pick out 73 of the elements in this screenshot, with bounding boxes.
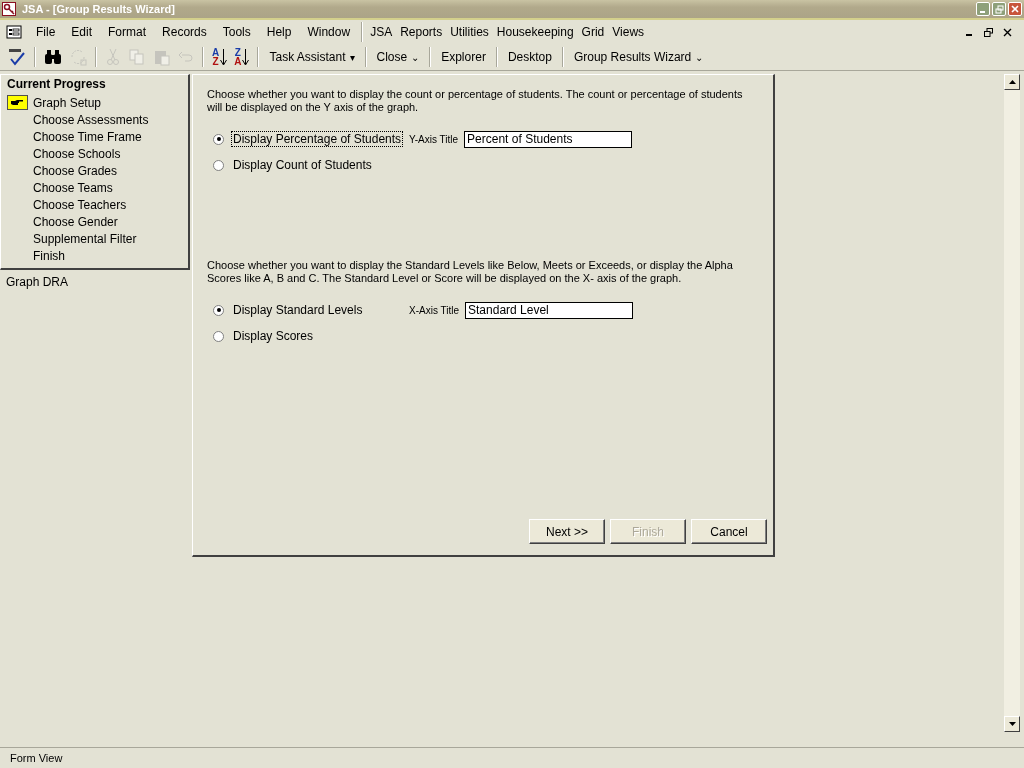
menu-item[interactable]: JSA bbox=[366, 23, 397, 41]
menu-item[interactable]: Format bbox=[100, 23, 155, 41]
progress-step: Choose Time Frame bbox=[33, 129, 142, 144]
menu-item[interactable]: Reports bbox=[396, 23, 447, 41]
progress-step: Finish bbox=[33, 248, 65, 263]
instructions: Choose whether you want to display the count or percentage of students. The count or percentage of students will be displayed on the Y axis of the graph. bbox=[207, 88, 744, 114]
axis-title-field[interactable]: Standard Level bbox=[465, 301, 633, 319]
progress-step: Choose Grades bbox=[33, 163, 118, 178]
close-icon bbox=[1011, 5, 1019, 13]
toolbar-button[interactable] bbox=[6, 46, 28, 68]
menu-item[interactable]: Tools bbox=[214, 23, 259, 41]
replace-icon bbox=[69, 48, 87, 66]
up-arrow-icon bbox=[1008, 80, 1016, 84]
wizard-button[interactable]: Cancel bbox=[691, 519, 767, 544]
status-text: Form View bbox=[0, 747, 1024, 768]
copy-icon bbox=[128, 48, 146, 66]
form-icon[interactable] bbox=[6, 25, 22, 39]
progress-step: Choose Schools bbox=[33, 146, 121, 161]
scroll-up-button[interactable] bbox=[1004, 74, 1020, 90]
down-arrow-icon bbox=[242, 48, 250, 66]
progress-step: Choose Teams bbox=[33, 180, 113, 195]
menu-item[interactable]: Housekeeping bbox=[492, 23, 578, 41]
menu-item[interactable]: Views bbox=[608, 23, 649, 41]
close-button[interactable] bbox=[1008, 2, 1022, 16]
down-arrow-icon bbox=[1008, 722, 1016, 726]
field-label: X-Axis Title bbox=[409, 304, 459, 316]
scrollbar[interactable] bbox=[1004, 74, 1020, 732]
scroll-down-button[interactable] bbox=[1004, 716, 1020, 732]
axis-title-field[interactable]: Percent of Students bbox=[464, 130, 633, 148]
menu-item[interactable]: Edit bbox=[63, 23, 101, 41]
spell-check-icon bbox=[8, 48, 26, 66]
restore-icon bbox=[994, 4, 1004, 14]
caret-icon: ▾ bbox=[349, 51, 355, 63]
clipboard-icon bbox=[153, 48, 171, 66]
menu-item[interactable]: Records bbox=[154, 23, 215, 41]
key-icon bbox=[2, 2, 16, 16]
restore-button[interactable] bbox=[992, 2, 1006, 16]
sort-button[interactable]: A Z bbox=[210, 46, 230, 68]
toolbar-dropdown[interactable]: Group Results Wizard ⌄ bbox=[569, 48, 708, 66]
wizard-button[interactable]: Next >> bbox=[529, 519, 605, 544]
toolbar-button[interactable] bbox=[42, 47, 64, 67]
close-icon[interactable] bbox=[1003, 27, 1012, 37]
restore-icon[interactable] bbox=[984, 27, 993, 37]
menu-item[interactable]: Help bbox=[258, 23, 300, 41]
minimize-button[interactable] bbox=[976, 2, 990, 16]
menu-item[interactable]: Utilities bbox=[446, 23, 493, 41]
toolbar-button[interactable]: Desktop bbox=[503, 48, 556, 66]
caret-icon: ⌄ bbox=[411, 51, 420, 63]
menu-item[interactable]: Window bbox=[299, 23, 359, 41]
progress-step: Choose Teachers bbox=[33, 197, 127, 212]
undo-icon bbox=[178, 49, 194, 65]
window-title: JSA - [Group Results Wizard] bbox=[22, 3, 176, 15]
field-label: Y-Axis Title bbox=[409, 133, 459, 145]
progress-step: Choose Gender bbox=[33, 214, 118, 229]
progress-step: Choose Assessments bbox=[33, 112, 149, 127]
graph-name: Graph DRA bbox=[5, 274, 70, 291]
radio-button[interactable]: Display Count of Students bbox=[207, 157, 409, 173]
panel-title: Current Progress bbox=[7, 77, 107, 91]
menu-item[interactable]: File bbox=[28, 23, 64, 41]
progress-step: Supplemental Filter bbox=[33, 231, 137, 246]
menu-item[interactable]: Grid bbox=[577, 23, 609, 41]
down-arrow-icon bbox=[220, 48, 228, 66]
toolbar-button[interactable]: Explorer bbox=[437, 48, 490, 66]
toolbar-dropdown[interactable]: Task Assistant ▾ bbox=[265, 48, 359, 66]
binoculars-icon bbox=[44, 49, 62, 65]
instructions: Choose whether you want to display the Standard Levels like Below, Meets or Exceeds, or display the Alpha Scores like A, B and C. The Standard Level or Score will be displayed on the X- axis of the graph. bbox=[207, 259, 734, 285]
sort-button[interactable]: Z A bbox=[232, 46, 252, 68]
radio-button[interactable]: Display Scores bbox=[207, 328, 409, 344]
caret-icon: ⌄ bbox=[695, 51, 704, 63]
progress-step: Graph Setup bbox=[33, 95, 102, 110]
scissors-icon bbox=[105, 48, 121, 66]
toolbar-dropdown[interactable]: Close ⌄ bbox=[372, 48, 424, 66]
radio-button[interactable]: Display Standard Levels bbox=[207, 302, 409, 318]
